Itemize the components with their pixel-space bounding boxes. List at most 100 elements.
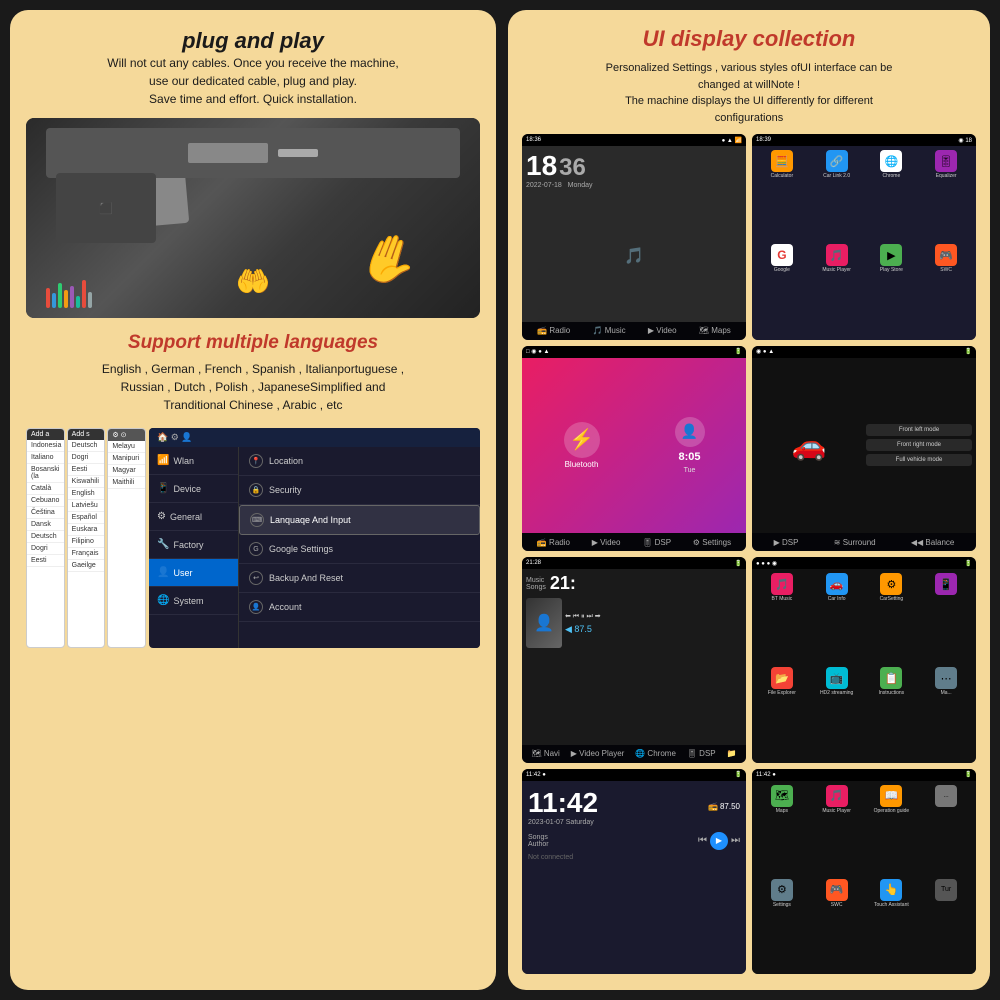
menu-device-label: Device: [173, 484, 201, 494]
app-btmusic: 🎵 BT Music: [756, 573, 808, 664]
languages-text: English , German , French , Spanish , It…: [26, 360, 480, 414]
plug-section: plug and play Will not cut any cables. O…: [26, 28, 480, 108]
submenu-google[interactable]: G Google Settings: [239, 535, 480, 564]
ui-cell-app-grid3: 11:42 ●🔋 🗺 Maps 🎵 Music Player 📖: [752, 769, 976, 975]
submenu-google-label: Google Settings: [269, 544, 333, 554]
seat-full-vehicle[interactable]: Full vehicle mode: [866, 454, 972, 466]
submenu-backup-label: Backup And Reset: [269, 573, 343, 583]
submenu-security-label: Security: [269, 485, 302, 495]
statusbar-6: ● ● ● ◉🔋: [752, 557, 976, 569]
app-music-player: 🎵 Music Player: [811, 244, 863, 335]
app-carinfo: 🚗 Car Info: [811, 573, 863, 664]
settings-menu: 📶 Wlan 📱 Device ⚙ General: [149, 447, 480, 648]
app-calculator: 🧮 Calculator: [756, 150, 808, 241]
menu-device[interactable]: 📱 Device: [149, 475, 238, 503]
main-container: plug and play Will not cut any cables. O…: [10, 10, 990, 990]
menu-factory-label: Factory: [173, 540, 203, 550]
app-carsetting: ⚙ CarSetting: [866, 573, 918, 664]
app-settings-3: ⚙ Settings: [756, 879, 808, 970]
ui-display-grid: 18:36● ▲ 📶 18 36 2022-07-18 Monday 🎵: [522, 134, 976, 974]
seat-front-right[interactable]: Front right mode: [866, 439, 972, 451]
bluetooth-display: ⚡ Bluetooth 👤 8:05 Tue: [522, 358, 746, 534]
app-operation-guide: 📖 Operation guide: [866, 785, 918, 876]
statusbar-7: 11:42 ●🔋: [522, 769, 746, 781]
nav-bottom-bar-1: 📻 Radio 🎵 Music ▶ Video 🗺 Maps: [522, 322, 746, 340]
ui-cell-clock2: 11:42 ●🔋 11:42 2023-01-07 Saturday 📻 87.…: [522, 769, 746, 975]
menu-wlan-label: Wlan: [173, 456, 194, 466]
ui-cell-bluetooth: □ ◉ ● ▲🔋 ⚡ Bluetooth 👤 8:05 Tue: [522, 346, 746, 552]
submenu-security[interactable]: 🔒 Security: [239, 476, 480, 505]
lang-list-panel-2: Add s Deutsch Dogri Eesti Kiswahili Engl…: [67, 428, 106, 648]
statusbar-1: 18:36● ▲ 📶: [522, 134, 746, 146]
app-grid2-display: 🎵 BT Music 🚗 Car Info ⚙ CarSetting �: [752, 569, 976, 763]
ui-cell-clock-home: 18:36● ▲ 📶 18 36 2022-07-18 Monday 🎵: [522, 134, 746, 340]
nav-navi: 🗺 Navi: [531, 749, 559, 758]
lang-list-panel-3: ⚙ ⊙ Melayu Manipuri Magyar Maithili: [107, 428, 146, 648]
menu-col-left: 📶 Wlan 📱 Device ⚙ General: [149, 447, 239, 648]
submenu-location-label: Location: [269, 456, 303, 466]
clock-date: 2022-07-18 Monday: [526, 182, 742, 189]
app-music-player-3: 🎵 Music Player: [811, 785, 863, 876]
submenu-col: 📍 Location 🔒 Security ⌨ Lanquaqe And Inp…: [239, 447, 480, 648]
clock2-display: 11:42 2023-01-07 Saturday 📻 87.50 SongsA…: [522, 781, 746, 975]
app-carlink: 🔗 Car Link 2.0: [811, 150, 863, 241]
nav-balance-tab: ◀◀ Balance: [911, 538, 954, 547]
ui-cell-car-seat: ◉ ● ▲🔋 🚗 Front left mode Front right mod…: [752, 346, 976, 552]
nav-dsp-tab: ▶ DSP: [774, 538, 799, 547]
seat-car-visual: 🚗: [756, 362, 862, 530]
app-chrome: 🌐 Chrome: [866, 150, 918, 241]
menu-wlan[interactable]: 📶 Wlan: [149, 447, 238, 475]
menu-system[interactable]: 🌐 System: [149, 587, 238, 615]
clock2-time-value: 11:42: [528, 787, 598, 819]
app-placeholder2: ...: [920, 785, 972, 876]
nav-video-3: ▶ Video: [592, 538, 621, 547]
ui-collection-subtitle: Personalized Settings , various styles o…: [522, 60, 976, 126]
menu-factory[interactable]: 🔧 Factory: [149, 531, 238, 559]
app-playstore: ▶ Play Store: [866, 244, 918, 335]
right-panel: UI display collection Personalized Setti…: [508, 10, 990, 990]
nav-chrome-5: 🌐 Chrome: [635, 749, 676, 758]
music-nav-display: MusicSongs 21: 👤 ⬅ ⏮ ⏸ ⏭ ➡ ◀ 87.5: [522, 569, 746, 745]
app-touch-assistant: 👆 Touch Assistant: [866, 879, 918, 970]
statusbar-2: 18:39◉ 18: [752, 134, 976, 146]
app-equalizer: 🎚 Equalizer: [920, 150, 972, 241]
car-installation-image: ⬛ 🤲: [26, 118, 480, 318]
nav-bottom-bar-3: 📻 Radio ▶ Video 🎚 DSP ⚙ Settings: [522, 533, 746, 551]
seat-front-left[interactable]: Front left mode: [866, 424, 972, 436]
submenu-backup[interactable]: ↩ Backup And Reset: [239, 564, 480, 593]
seat-options-list: Front left mode Front right mode Full ve…: [866, 362, 972, 530]
settings-mockup: Add a Indonesia Italiano Bosanski (la Ca…: [26, 428, 480, 648]
submenu-location[interactable]: 📍 Location: [239, 447, 480, 476]
app-swc-3: 🎮 SWC: [811, 879, 863, 970]
statusbar-5: 21:28🔋: [522, 557, 746, 569]
nav-bottom-bar-5: 🗺 Navi ▶ Video Player 🌐 Chrome 🎚 DSP 📁: [522, 745, 746, 763]
clock-display: 18 36 2022-07-18 Monday 🎵: [522, 146, 746, 322]
menu-system-label: System: [173, 596, 203, 606]
nav-video: ▶ Video: [648, 326, 677, 335]
app-maps: 🗺 Maps: [756, 785, 808, 876]
car-seat-display: 🚗 Front left mode Front right mode Full …: [752, 358, 976, 534]
clock-time-value: 18 36: [526, 150, 742, 182]
nav-music: 🎵 Music: [593, 326, 626, 335]
ui-collection-title: UI display collection: [522, 26, 976, 52]
statusbar-3: □ ◉ ● ▲🔋: [522, 346, 746, 358]
app-grid3-display: 🗺 Maps 🎵 Music Player 📖 Operation guide: [752, 781, 976, 975]
settings-screenshot-area: Add a Indonesia Italiano Bosanski (la Ca…: [26, 428, 480, 972]
languages-section: Support multiple languages English , Ger…: [26, 332, 480, 414]
nav-surround-tab: ≋ Surround: [834, 538, 876, 547]
submenu-language-input[interactable]: ⌨ Lanquaqe And Input: [239, 505, 480, 535]
menu-user[interactable]: 👤 User: [149, 559, 238, 587]
ui-cell-music-nav: 21:28🔋 MusicSongs 21: 👤 ⬅ ⏮ ⏸ ⏭ ➡: [522, 557, 746, 763]
nav-filemgr: 📁: [727, 749, 737, 758]
left-panel: plug and play Will not cut any cables. O…: [10, 10, 496, 990]
menu-general[interactable]: ⚙ General: [149, 503, 238, 531]
app-hd2streaming: 📺 HD2 streaming: [811, 667, 863, 758]
settings-main-panel: 🏠 ⚙ 👤 📶 Wlan 📱 Device: [149, 428, 480, 648]
plug-text: Will not cut any cables. Once you receiv…: [26, 54, 480, 108]
submenu-account[interactable]: 👤 Account: [239, 593, 480, 622]
app-fileexplorer: 📂 File Explorer: [756, 667, 808, 758]
submenu-account-label: Account: [269, 602, 302, 612]
submenu-language-label: Lanquaqe And Input: [270, 515, 351, 525]
nav-maps: 🗺 Maps: [699, 326, 731, 335]
lang-list-panel-1: Add a Indonesia Italiano Bosanski (la Ca…: [26, 428, 65, 648]
